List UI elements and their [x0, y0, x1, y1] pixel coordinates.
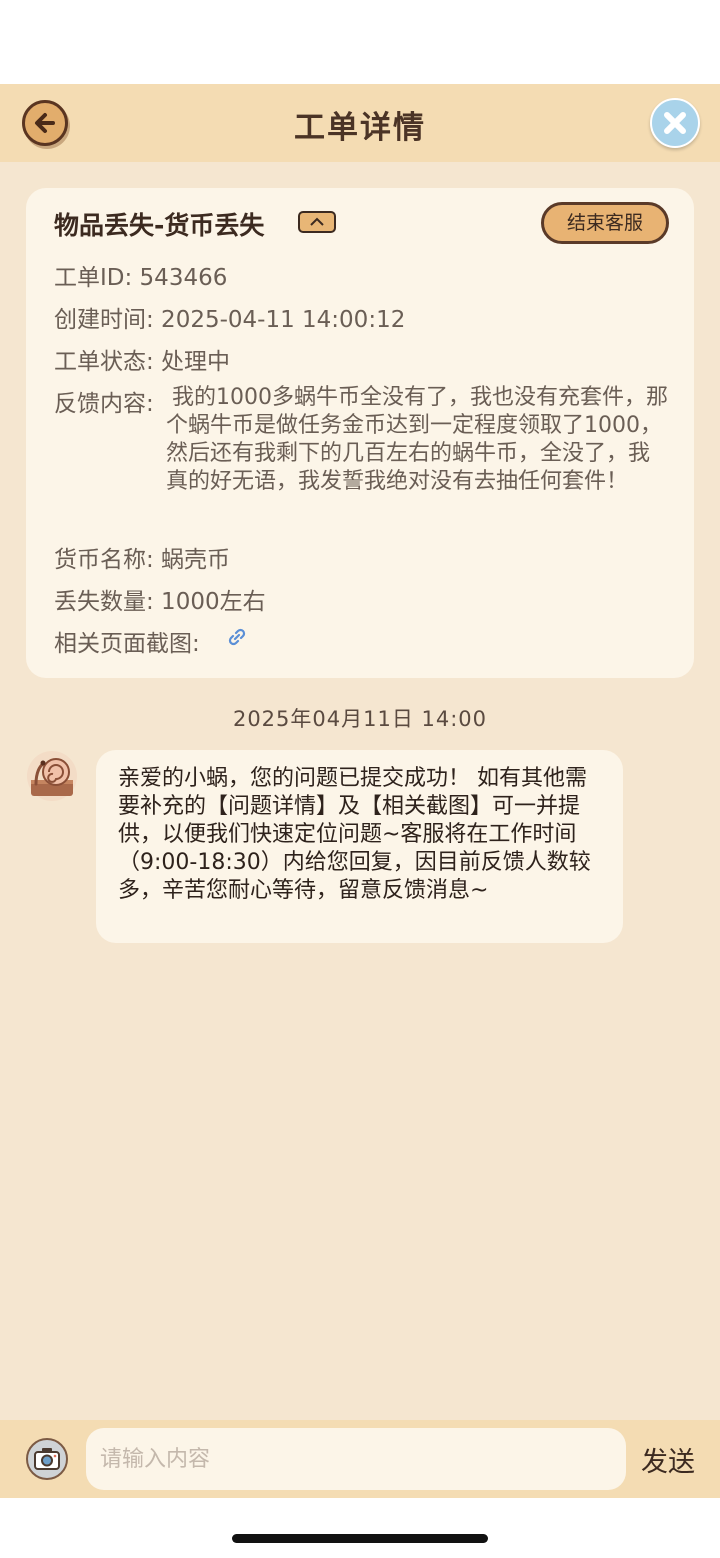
chat-timestamp: 2025年04月11日 14:00: [232, 707, 488, 731]
home-indicator-area: [0, 1498, 720, 1558]
chat-message-text: 亲爱的小蜗，您的问题已提交成功！ 如有其他需要补充的【问题详情】及【相关截图】可…: [118, 766, 591, 903]
close-button[interactable]: [650, 98, 700, 148]
currency-name: 货币名称: 蜗壳币: [54, 547, 231, 573]
ticket-card: 物品丢失-货币丢失 结束客服 工单ID: 543466 创建时间: 2025-0…: [26, 188, 694, 678]
ticket-created-time: 创建时间: 2025-04-11 14:00:12: [54, 307, 406, 333]
page-title: 工单详情: [294, 110, 426, 146]
ticket-title: 物品丢失-货币丢失: [54, 211, 265, 240]
message-composer: 发送: [0, 1420, 720, 1498]
snail-avatar-icon: [27, 751, 77, 801]
close-icon: [664, 112, 686, 134]
ticket-status: 工单状态: 处理中: [54, 349, 231, 375]
camera-icon: [34, 1448, 60, 1470]
main-content: 物品丢失-货币丢失 结束客服 工单ID: 543466 创建时间: 2025-0…: [0, 162, 720, 1420]
link-icon[interactable]: [226, 626, 248, 648]
feedback-label: 反馈内容:: [54, 391, 154, 417]
chevron-up-icon: [310, 217, 324, 226]
end-service-button[interactable]: 结束客服: [541, 202, 669, 244]
send-button[interactable]: 发送: [641, 1440, 695, 1479]
camera-button[interactable]: [26, 1438, 68, 1480]
status-bar-area: [0, 0, 720, 84]
screenshot-label: 相关页面截图:: [54, 631, 200, 657]
home-indicator[interactable]: [232, 1534, 488, 1543]
ticket-id: 工单ID: 543466: [54, 265, 228, 291]
collapse-toggle[interactable]: [298, 211, 336, 233]
header-bar: 工单详情: [0, 84, 720, 162]
feedback-content: 我的1000多蜗牛币全没有了，我也没有充套件，那个蜗牛币是做任务金币达到一定程度…: [166, 385, 668, 494]
chat-message-bubble: 亲爱的小蜗，您的问题已提交成功！ 如有其他需要补充的【问题详情】及【相关截图】可…: [96, 750, 623, 943]
message-input[interactable]: [86, 1428, 626, 1490]
lost-amount: 丢失数量: 1000左右: [54, 589, 266, 615]
